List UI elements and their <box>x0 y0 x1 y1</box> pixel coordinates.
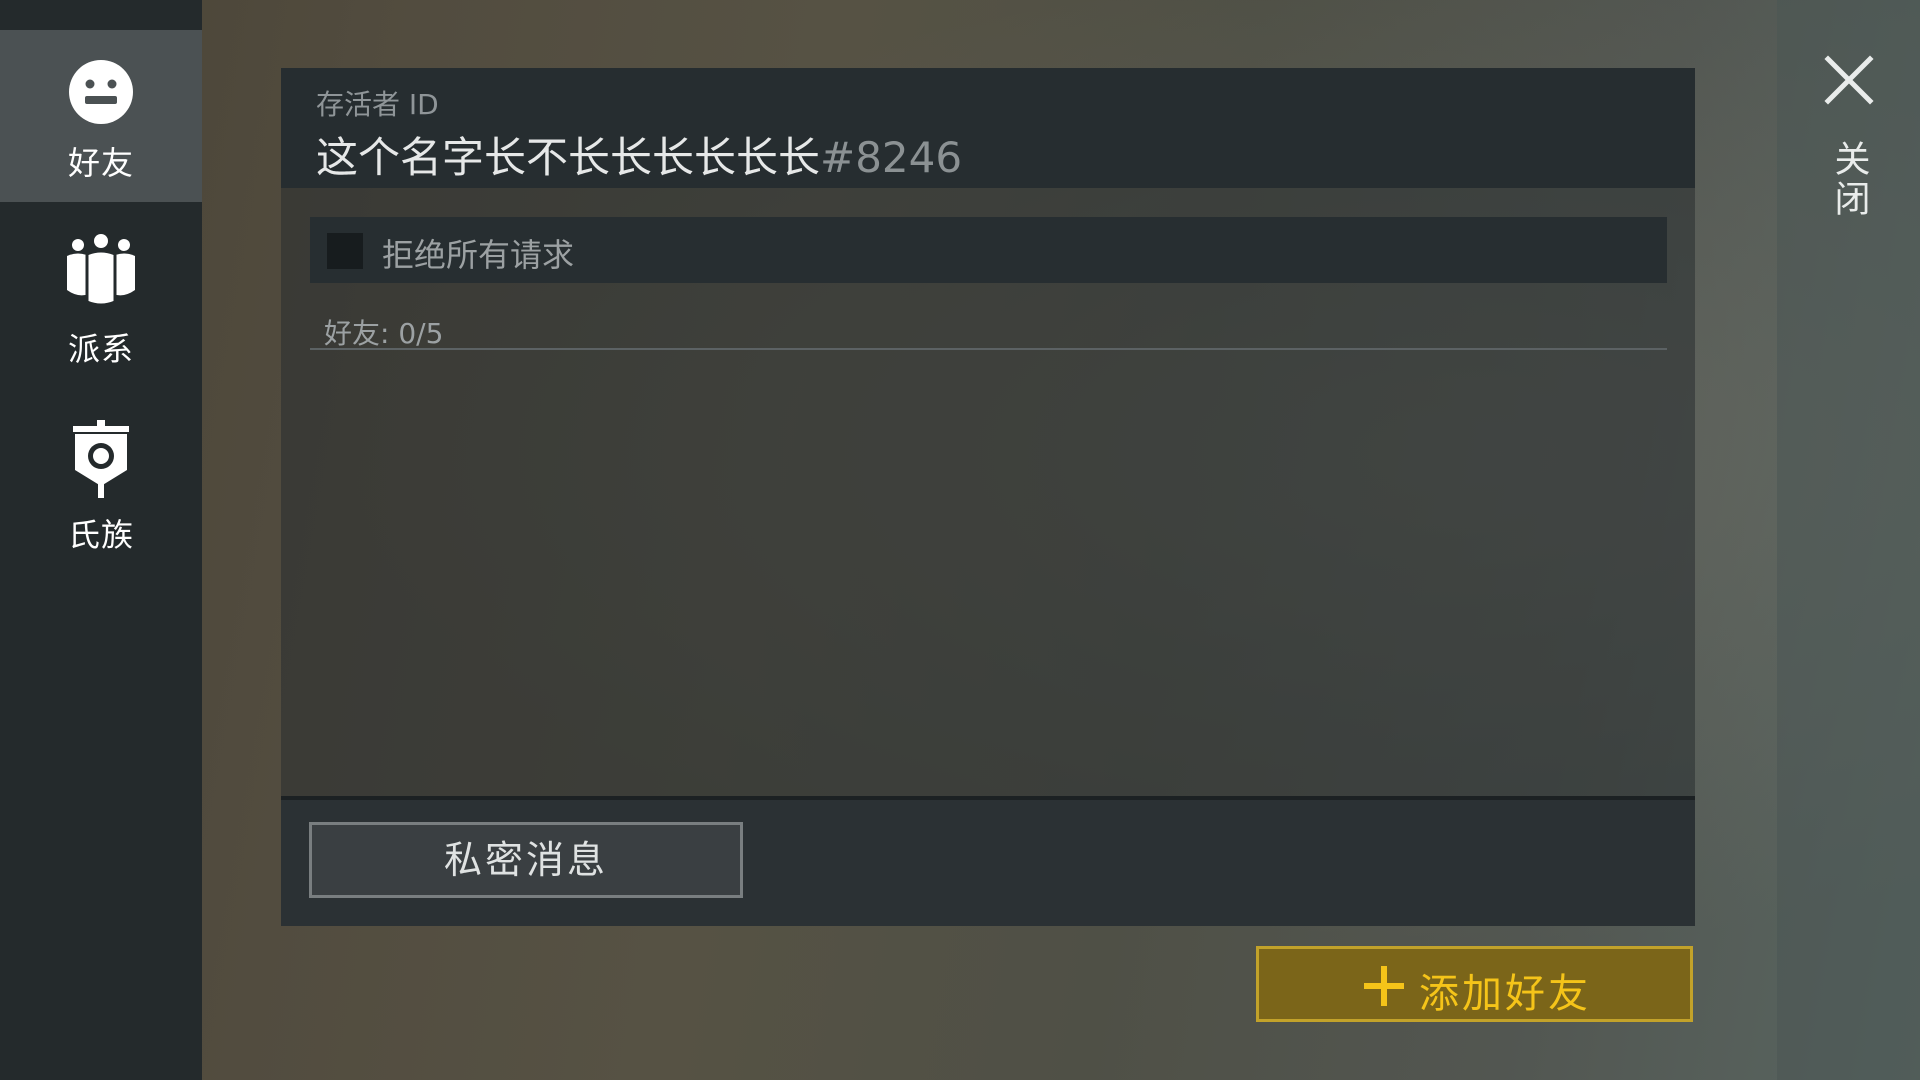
add-friend-button[interactable]: 添加好友 <box>1256 946 1693 1022</box>
add-friend-label: 添加好友 <box>1419 971 1591 1017</box>
reject-all-checkbox[interactable] <box>327 233 363 269</box>
close-icon <box>1823 55 1874 105</box>
sidebar: 好友 派系 氏族 <box>0 0 202 1080</box>
right-strip: 关闭 <box>1777 0 1920 1080</box>
sidebar-item-friends[interactable]: 好友 <box>0 30 202 202</box>
player-tag: #8246 <box>820 133 963 182</box>
banner-icon <box>73 420 129 498</box>
sidebar-item-faction[interactable]: 派系 <box>0 202 202 374</box>
sidebar-item-label: 派系 <box>67 330 134 368</box>
friend-list <box>310 352 1667 862</box>
panel-footer: 私密消息 <box>281 796 1695 926</box>
sidebar-item-clan[interactable]: 氏族 <box>0 388 202 560</box>
survivor-id-caption: 存活者 ID <box>316 88 439 121</box>
player-name-text: 这个名字长不长长长长长长 <box>316 133 821 182</box>
survivor-id-header: 存活者 ID 这个名字长不长长长长长长#8246 <box>281 68 1695 188</box>
player-name: 这个名字长不长长长长长长#8246 <box>316 124 962 185</box>
divider <box>310 348 1667 350</box>
friend-count: 好友: 0/5 <box>324 317 444 350</box>
private-message-button[interactable]: 私密消息 <box>309 822 743 898</box>
sidebar-item-label: 好友 <box>67 144 134 182</box>
sidebar-item-label: 氏族 <box>67 516 134 554</box>
close-label: 关闭 <box>1828 140 1870 220</box>
friends-panel: 存活者 ID 这个名字长不长长长长长长#8246 拒绝所有请求 好友: 0/5 … <box>281 68 1695 926</box>
reject-all-label: 拒绝所有请求 <box>382 236 575 274</box>
close-button[interactable]: 关闭 <box>1777 40 1920 240</box>
group-icon <box>67 234 135 307</box>
plus-icon <box>1364 966 1404 1006</box>
reject-all-requests-toggle[interactable]: 拒绝所有请求 <box>310 217 1667 283</box>
smiley-icon <box>69 60 133 124</box>
